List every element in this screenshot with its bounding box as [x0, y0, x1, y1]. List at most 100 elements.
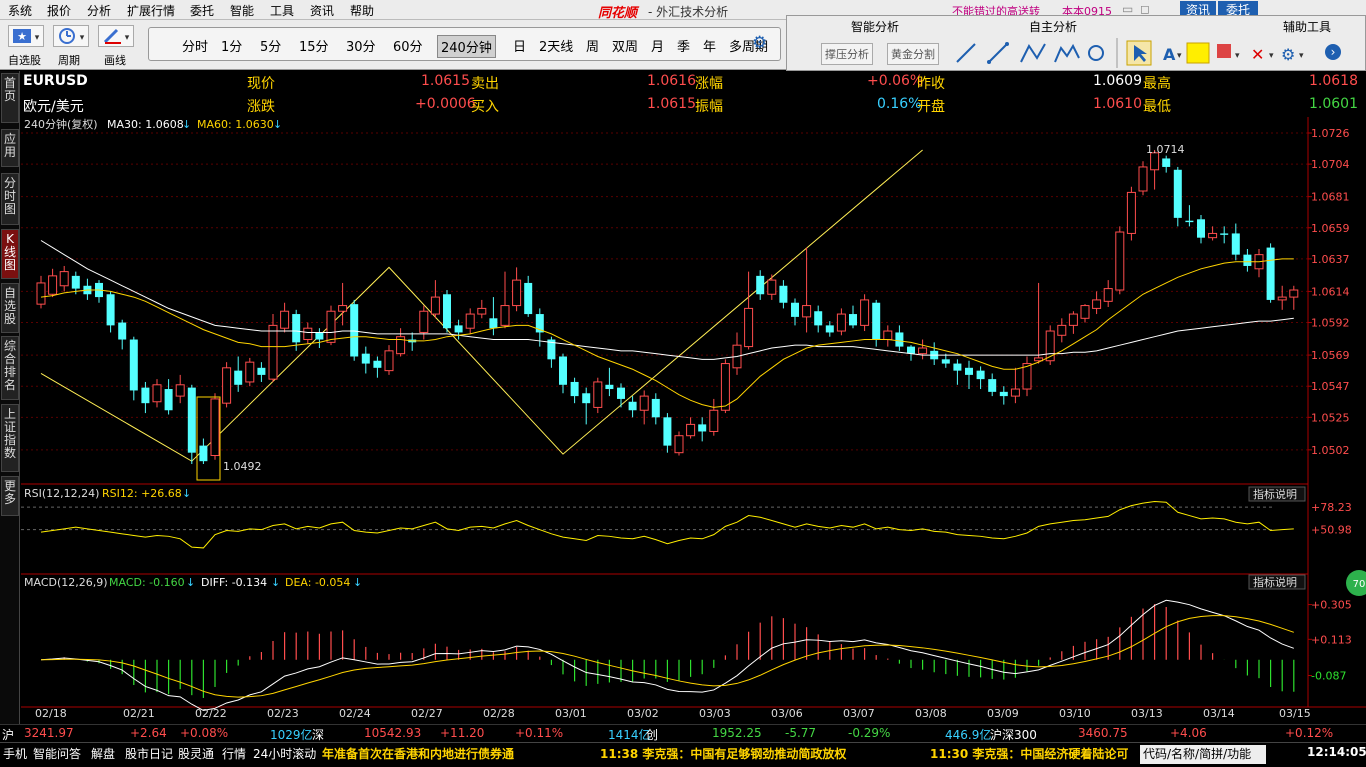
ma60-arrow: ↓ [273, 118, 282, 131]
period-7[interactable]: 日 [510, 35, 529, 56]
status-item-3[interactable]: 股市日记 [125, 745, 173, 762]
side-tab-5[interactable]: 综合排名 [1, 336, 19, 400]
chart-title: 240分钟(复权) [24, 117, 98, 131]
period-9[interactable]: 周 [583, 35, 602, 56]
self-analysis-tab[interactable]: 自主分析 [1029, 18, 1077, 35]
candle-body [825, 325, 834, 333]
candle-body [767, 279, 777, 295]
delete-tool-icon[interactable]: ✕ [1251, 45, 1264, 64]
date-tick: 03/02 [627, 707, 659, 720]
candle-body [512, 279, 522, 307]
status-item-2[interactable]: 解盘 [91, 745, 115, 762]
more-tools-icon[interactable]: › [1325, 44, 1341, 60]
cycle-label: 周期 [58, 54, 80, 67]
menu-item[interactable]: 资讯 [310, 2, 334, 19]
ma60-label: MA60: 1.0630 [197, 118, 274, 131]
candle-body [187, 387, 196, 453]
status-item-0[interactable]: 手机 [3, 745, 27, 762]
side-tab-2[interactable]: 分时图 [1, 173, 19, 225]
macd-tick: +0.113 [1311, 633, 1352, 646]
period-0[interactable]: 分时 [179, 35, 211, 56]
date-tick: 03/01 [555, 707, 587, 720]
aux-tools-tab[interactable]: 辅助工具 [1283, 18, 1331, 35]
ticker-17: +4.06 [1170, 726, 1207, 740]
status-item-1[interactable]: 智能问答 [33, 745, 81, 762]
circle-tool-icon[interactable] [1088, 45, 1104, 61]
candle-body [1092, 299, 1102, 309]
support-resistance-button[interactable]: 撑压分析 [821, 43, 873, 65]
svg-text:▾: ▾ [1235, 51, 1240, 61]
candle-body [779, 285, 788, 303]
menu-item[interactable]: 智能 [230, 2, 254, 19]
candle-body [36, 282, 46, 305]
status-item-6[interactable]: 24小时滚动 [253, 745, 316, 762]
menu-item[interactable]: 系统 [8, 2, 32, 19]
news-item-1[interactable]: 11:38 李克强：中国有足够钢劲推动简政放权 [600, 745, 846, 762]
period-6[interactable]: 240分钟 [437, 35, 496, 58]
macd-tick: -0.087 [1311, 670, 1346, 683]
period-2[interactable]: 5分 [257, 35, 284, 56]
side-tab-3[interactable]: K线图 [1, 229, 19, 279]
pct-value: +0.06% [867, 73, 924, 89]
period-8[interactable]: 2天线 [536, 35, 576, 56]
side-tab-4[interactable]: 自选股 [1, 283, 19, 333]
candle-body [639, 395, 649, 411]
minimize-icon[interactable]: ▭ [1122, 2, 1133, 16]
candle-body [1173, 169, 1182, 218]
settings-tool-icon[interactable]: ⚙ [1281, 45, 1295, 64]
period-13[interactable]: 年 [700, 35, 719, 56]
candle-body [883, 330, 893, 341]
line-tool-icon[interactable] [956, 43, 976, 63]
menu-item[interactable]: 分析 [87, 2, 111, 19]
candle-body [1068, 313, 1078, 326]
kline-chart[interactable]: 1.0726 1.0704 1.0681 1.0659 1.0637 1.0614 1.05… [21, 117, 1366, 744]
clock: 12:14:05 [1307, 745, 1366, 759]
candle-body [663, 417, 672, 446]
wave-tool-icon[interactable] [1054, 43, 1080, 63]
menu-item[interactable]: 扩展行情 [127, 2, 175, 19]
period-10[interactable]: 双周 [609, 35, 641, 56]
polyline-tool-icon[interactable] [1020, 43, 1046, 63]
period-1[interactable]: 1分 [218, 35, 245, 56]
draw-button[interactable]: ▾ [98, 25, 134, 47]
period-11[interactable]: 月 [648, 35, 667, 56]
news-item-0[interactable]: 年准备首次在香港和内地进行债券通 [322, 745, 514, 762]
candle-body [106, 294, 115, 326]
style-tool-icon[interactable] [1217, 44, 1231, 58]
menu-item[interactable]: 委托 [190, 2, 214, 19]
candle-body [59, 271, 69, 287]
price-tick: 1.0704 [1311, 158, 1350, 171]
smart-analysis-tab[interactable]: 智能分析 [851, 18, 899, 35]
watchlist-button[interactable]: ★ ▾ [8, 25, 44, 47]
status-item-5[interactable]: 行情 [222, 745, 246, 762]
search-input[interactable]: 代码/名称/简拼/功能 [1140, 745, 1266, 764]
period-3[interactable]: 15分 [296, 35, 332, 56]
golden-section-button[interactable]: 黄金分割 [887, 43, 939, 65]
candle-body [1220, 233, 1229, 235]
candle-body [1138, 166, 1148, 192]
side-tab-7[interactable]: 更多 [1, 476, 19, 516]
ticker-8: +0.11% [515, 726, 564, 740]
menu-item[interactable]: 帮助 [350, 2, 374, 19]
period-4[interactable]: 30分 [343, 35, 379, 56]
price-tick: 1.0659 [1311, 222, 1350, 235]
period-settings-icon[interactable]: ⚙ [749, 32, 770, 54]
menu-item[interactable]: 工具 [270, 2, 294, 19]
menu-item[interactable]: 报价 [47, 2, 71, 19]
text-tool-icon[interactable]: A [1163, 45, 1176, 64]
restore-icon[interactable]: ◻ [1140, 2, 1150, 16]
side-tab-6[interactable]: 上证指数 [1, 404, 19, 472]
segment-tool-icon[interactable] [987, 42, 1009, 64]
candle-body [628, 401, 637, 411]
color-picker-icon[interactable] [1186, 42, 1210, 64]
side-tab-1[interactable]: 应用 [1, 129, 19, 167]
period-5[interactable]: 60分 [390, 35, 426, 56]
candle-body [1277, 296, 1287, 301]
period-12[interactable]: 季 [674, 35, 693, 56]
ticker-14: 446.9亿 [945, 728, 992, 742]
side-tab-0[interactable]: 首页 [1, 73, 19, 123]
cycle-button[interactable]: ▾ [53, 25, 89, 47]
news-item-2[interactable]: 11:30 李克强：中国经济硬着陆论可 [930, 745, 1128, 762]
candle-body [617, 387, 625, 399]
status-item-4[interactable]: 股灵通 [178, 745, 214, 762]
